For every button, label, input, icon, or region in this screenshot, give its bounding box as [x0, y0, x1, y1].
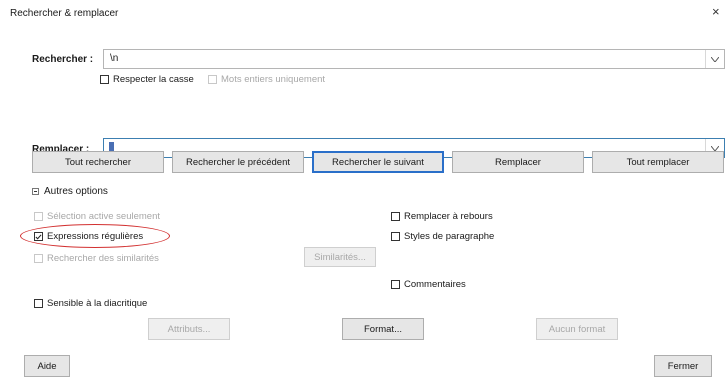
find-replace-dialog: Rechercher & remplacer × Rechercher : \n… — [0, 0, 726, 383]
paragraph-styles-label: Styles de paragraphe — [404, 231, 495, 242]
comments-label: Commentaires — [404, 279, 466, 290]
checkbox-box — [34, 212, 43, 221]
current-selection-checkbox: Sélection active seulement — [34, 211, 160, 222]
similarity-label: Rechercher des similarités — [47, 253, 159, 264]
checkbox-box[interactable] — [391, 212, 400, 221]
checkbox-box — [34, 254, 43, 263]
replace-backwards-checkbox[interactable]: Remplacer à rebours — [391, 211, 493, 222]
search-label: Rechercher : — [32, 54, 94, 65]
similarity-checkbox: Rechercher des similarités — [34, 253, 159, 264]
regex-checkbox[interactable]: Expressions régulières — [34, 231, 143, 242]
comments-checkbox[interactable]: Commentaires — [391, 279, 466, 290]
similarities-button: Similarités... — [304, 247, 376, 267]
find-previous-button[interactable]: Rechercher le précédent — [172, 151, 304, 173]
no-format-button: Aucun format — [536, 318, 618, 340]
replace-button[interactable]: Remplacer — [452, 151, 584, 173]
other-options-label: Autres options — [44, 186, 108, 197]
find-next-button[interactable]: Rechercher le suivant — [312, 151, 444, 173]
replace-backwards-label: Remplacer à rebours — [404, 211, 493, 222]
find-all-button[interactable]: Tout rechercher — [32, 151, 164, 173]
search-dropdown-chevron-down-icon[interactable] — [705, 50, 724, 68]
paragraph-styles-checkbox[interactable]: Styles de paragraphe — [391, 231, 494, 242]
close-icon[interactable]: × — [712, 4, 720, 19]
checkbox-box[interactable] — [391, 280, 400, 289]
regex-label: Expressions régulières — [47, 231, 144, 242]
replace-all-button[interactable]: Tout remplacer — [592, 151, 724, 173]
diacritic-label: Sensible à la diacritique — [47, 298, 148, 309]
current-selection-label: Sélection active seulement — [47, 211, 161, 222]
format-button[interactable]: Format... — [342, 318, 424, 340]
collapse-icon[interactable] — [32, 188, 39, 195]
match-case-checkbox[interactable]: Respecter la casse — [100, 74, 194, 85]
checkbox-box-checked[interactable] — [34, 232, 43, 241]
search-input-value[interactable]: \n — [110, 53, 118, 64]
match-case-label: Respecter la casse — [113, 74, 194, 85]
help-button[interactable]: Aide — [24, 355, 70, 377]
checkbox-box — [208, 75, 217, 84]
attributes-button: Attributs... — [148, 318, 230, 340]
whole-words-checkbox: Mots entiers uniquement — [208, 74, 325, 85]
checkbox-box[interactable] — [391, 232, 400, 241]
checkbox-box[interactable] — [100, 75, 109, 84]
checkbox-box[interactable] — [34, 299, 43, 308]
other-options-expander[interactable]: Autres options — [32, 186, 108, 197]
close-button[interactable]: Fermer — [654, 355, 712, 377]
whole-words-label: Mots entiers uniquement — [221, 74, 326, 85]
checkmark-icon — [35, 233, 42, 240]
diacritic-checkbox[interactable]: Sensible à la diacritique — [34, 298, 147, 309]
search-combobox[interactable]: \n — [103, 49, 725, 69]
title-bar: Rechercher & remplacer × — [0, 0, 726, 26]
window-title: Rechercher & remplacer — [10, 8, 119, 19]
